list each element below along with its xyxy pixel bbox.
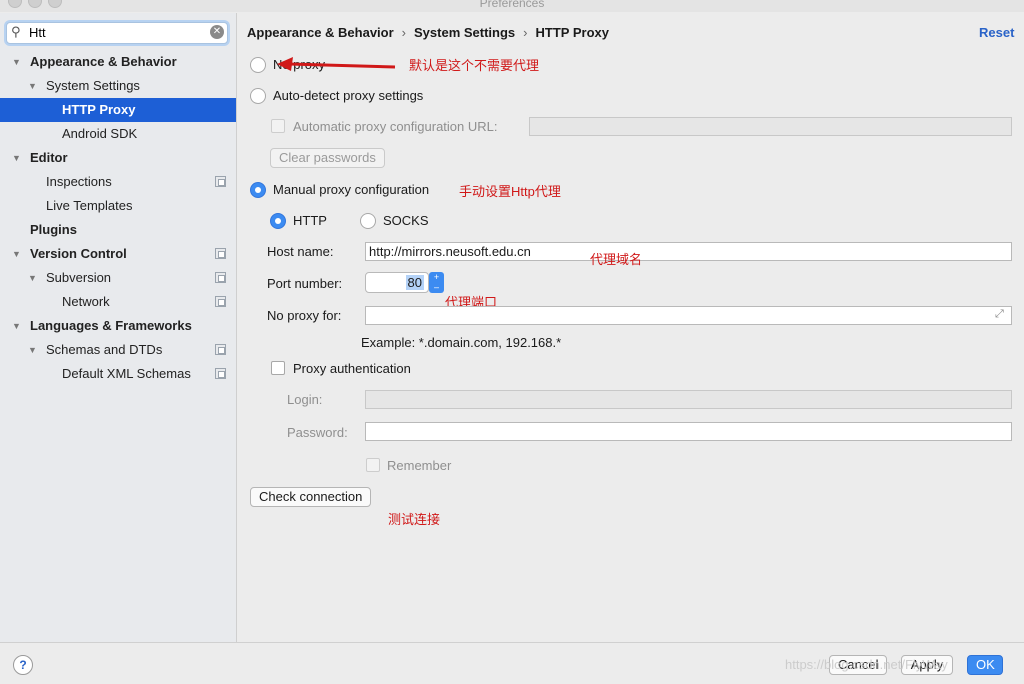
proxy-auth-checkbox[interactable] bbox=[271, 361, 285, 375]
expanded-triangle-icon[interactable]: ▼ bbox=[28, 266, 37, 290]
password-label: Password: bbox=[287, 425, 348, 440]
sidebar-item-label: Default XML Schemas bbox=[62, 366, 191, 381]
auto-config-url-checkbox[interactable] bbox=[271, 119, 285, 133]
expand-field-icon[interactable]: ⤢ bbox=[995, 308, 1004, 321]
project-scope-icon bbox=[215, 272, 226, 283]
search-icon: ⚲ bbox=[11, 24, 21, 39]
sidebar-item-label: Editor bbox=[30, 150, 68, 165]
sidebar-item-default-xml-schemas[interactable]: Default XML Schemas bbox=[0, 362, 236, 386]
breadcrumb-separator-icon: › bbox=[523, 25, 528, 40]
expanded-triangle-icon[interactable]: ▼ bbox=[12, 242, 21, 266]
remember-checkbox[interactable] bbox=[366, 458, 380, 472]
search-input[interactable] bbox=[29, 24, 199, 40]
auto-config-url-label: Automatic proxy configuration URL: bbox=[293, 119, 498, 134]
socks-label[interactable]: SOCKS bbox=[383, 213, 429, 228]
project-scope-icon bbox=[215, 368, 226, 379]
port-number-input[interactable]: 80 bbox=[405, 275, 424, 290]
port-stepper-icon[interactable]: + – bbox=[429, 272, 444, 293]
port-number-field[interactable]: 80 bbox=[365, 272, 429, 293]
auto-detect-label[interactable]: Auto-detect proxy settings bbox=[273, 88, 423, 103]
sidebar-item-http-proxy[interactable]: HTTP Proxy bbox=[0, 98, 236, 122]
clear-passwords-button[interactable]: Clear passwords bbox=[270, 148, 385, 168]
sidebar-item-schemas-dtds[interactable]: ▼ Schemas and DTDs bbox=[0, 338, 236, 362]
sidebar-item-label: Subversion bbox=[46, 270, 112, 285]
annotation-default-no-proxy: 默认是这个不需要代理 bbox=[409, 58, 540, 73]
annotation-arrow-icon bbox=[277, 57, 396, 71]
sidebar-item-label: Inspections bbox=[46, 174, 112, 189]
sidebar-item-label: Schemas and DTDs bbox=[46, 342, 163, 357]
annotation-proxy-domain: 代理域名 bbox=[590, 252, 643, 267]
sidebar-item-android-sdk[interactable]: Android SDK bbox=[0, 122, 236, 146]
sidebar-item-plugins[interactable]: Plugins bbox=[0, 218, 236, 242]
login-label: Login: bbox=[287, 392, 323, 407]
annotation-test-connection: 测试连接 bbox=[388, 512, 441, 527]
sidebar-item-editor[interactable]: ▼ Editor bbox=[0, 146, 236, 170]
sidebar-item-subversion[interactable]: ▼ Subversion bbox=[0, 266, 236, 290]
sidebar-item-label: Plugins bbox=[30, 222, 77, 237]
sidebar-item-label: HTTP Proxy bbox=[62, 102, 136, 117]
login-input[interactable] bbox=[365, 390, 1012, 409]
expanded-triangle-icon[interactable]: ▼ bbox=[28, 338, 37, 362]
project-scope-icon bbox=[215, 248, 226, 259]
sidebar-item-label: Live Templates bbox=[46, 198, 133, 213]
breadcrumb: Appearance & Behavior › System Settings › HT… bbox=[247, 25, 609, 43]
reset-link[interactable]: Reset bbox=[979, 25, 1014, 40]
no-proxy-for-input[interactable] bbox=[365, 306, 1012, 325]
host-name-label: Host name: bbox=[267, 244, 334, 259]
expanded-triangle-icon[interactable]: ▼ bbox=[28, 74, 37, 98]
http-radio[interactable] bbox=[270, 213, 286, 229]
breadcrumb-separator-icon: › bbox=[401, 25, 407, 40]
password-input[interactable] bbox=[365, 422, 1012, 441]
clear-search-icon[interactable]: ✕ bbox=[210, 25, 224, 39]
sidebar-item-label: System Settings bbox=[46, 78, 140, 93]
sidebar-item-label: Appearance & Behavior bbox=[30, 54, 177, 69]
sidebar-item-version-control[interactable]: ▼ Version Control bbox=[0, 242, 236, 266]
breadcrumb-item: Appearance & Behavior bbox=[247, 25, 394, 40]
sidebar-item-languages-frameworks[interactable]: ▼ Languages & Frameworks bbox=[0, 314, 236, 338]
proxy-auth-label[interactable]: Proxy authentication bbox=[293, 361, 411, 376]
sidebar-item-live-templates[interactable]: Live Templates bbox=[0, 194, 236, 218]
search-box[interactable]: ⚲ ✕ bbox=[6, 22, 228, 44]
auto-detect-radio[interactable] bbox=[250, 88, 266, 104]
expanded-triangle-icon[interactable]: ▼ bbox=[12, 314, 21, 338]
no-proxy-for-label: No proxy for: bbox=[267, 308, 342, 323]
breadcrumb-item: System Settings bbox=[414, 25, 516, 40]
sidebar-item-system-settings[interactable]: ▼ System Settings bbox=[0, 74, 236, 98]
socks-radio[interactable] bbox=[360, 213, 376, 229]
watermark: https://blog.csdn.net/FlyWay bbox=[785, 657, 948, 672]
help-icon[interactable]: ? bbox=[13, 655, 33, 675]
annotation-manual-http: 手动设置Http代理 bbox=[459, 184, 561, 199]
manual-proxy-radio[interactable] bbox=[250, 182, 266, 198]
window-title: Preferences bbox=[479, 0, 545, 10]
check-connection-button[interactable]: Check connection bbox=[250, 487, 372, 507]
project-scope-icon bbox=[215, 296, 226, 307]
breadcrumb-item: HTTP Proxy bbox=[535, 25, 609, 40]
expanded-triangle-icon[interactable]: ▼ bbox=[12, 146, 21, 170]
sidebar-item-label: Network bbox=[62, 294, 110, 309]
sidebar-item-label: Android SDK bbox=[62, 126, 138, 141]
port-number-label: Port number: bbox=[267, 276, 343, 291]
auto-config-url-input[interactable] bbox=[529, 117, 1012, 136]
title-bar: Preferences bbox=[0, 0, 1024, 12]
expanded-triangle-icon[interactable]: ▼ bbox=[12, 50, 21, 74]
sidebar-item-label: Languages & Frameworks bbox=[30, 318, 192, 333]
host-name-input[interactable]: http://mirrors.neusoft.edu.cn bbox=[365, 242, 1012, 261]
sidebar-item-appearance-behavior[interactable]: ▼ Appearance & Behavior bbox=[0, 50, 236, 74]
sidebar-item-label: Version Control bbox=[30, 246, 127, 261]
sidebar-item-inspections[interactable]: Inspections bbox=[0, 170, 236, 194]
manual-proxy-label[interactable]: Manual proxy configuration bbox=[273, 182, 429, 197]
remember-label: Remember bbox=[387, 458, 452, 473]
http-label[interactable]: HTTP bbox=[293, 213, 327, 228]
no-proxy-radio[interactable] bbox=[250, 57, 266, 73]
sidebar-item-network[interactable]: Network bbox=[0, 290, 236, 314]
ok-button[interactable]: OK bbox=[967, 655, 1003, 675]
project-scope-icon bbox=[215, 344, 226, 355]
project-scope-icon bbox=[215, 176, 226, 187]
example-hint: Example: *.domain.com, 192.168.* bbox=[361, 335, 562, 350]
